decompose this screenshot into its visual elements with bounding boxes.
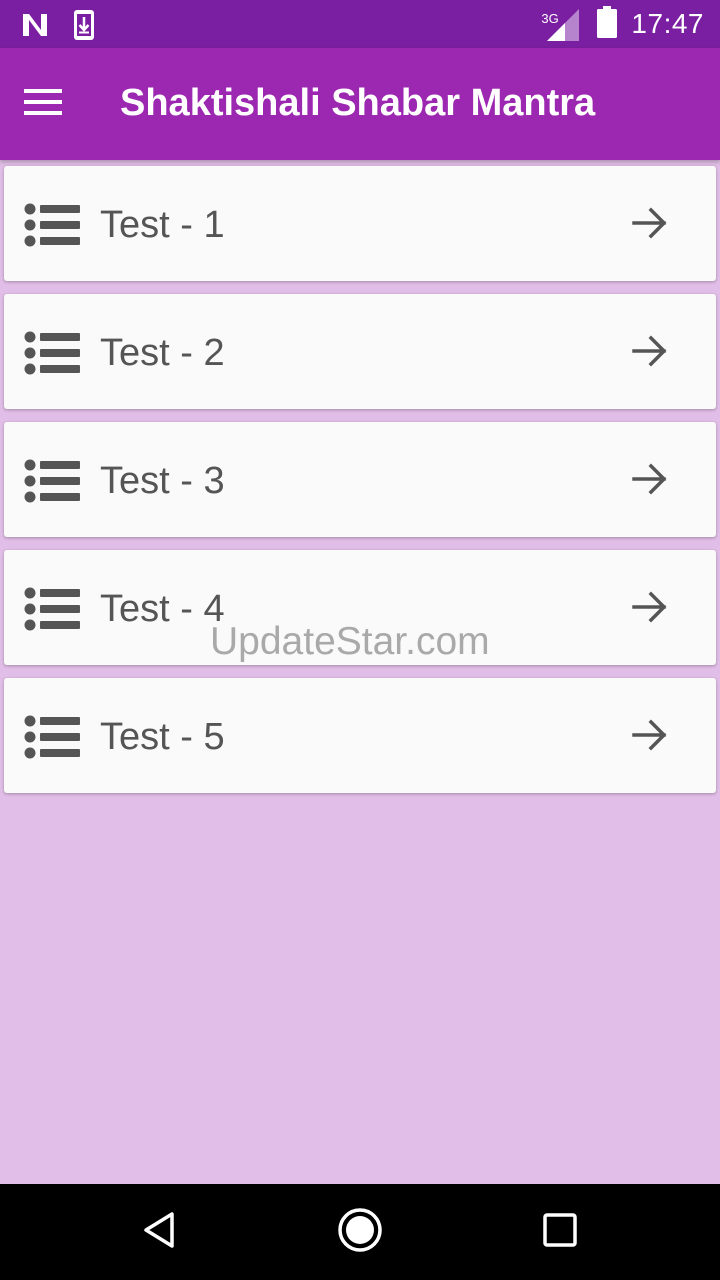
test-list: Test - 1 Test - 2 Test - 3 Test - 4 Test…: [4, 166, 716, 806]
home-circle-icon: [337, 1207, 383, 1258]
list-item-label: Test - 1: [100, 204, 225, 246]
arrow-right-icon[interactable]: [632, 590, 668, 629]
arrow-right-icon[interactable]: [632, 462, 668, 501]
app-bar: Shaktishali Shabar Mantra: [0, 48, 720, 160]
recents-square-icon: [541, 1211, 579, 1254]
nav-recents-button[interactable]: [536, 1208, 584, 1256]
menu-button[interactable]: [24, 80, 88, 128]
nav-back-button[interactable]: [136, 1208, 184, 1256]
arrow-right-icon[interactable]: [632, 206, 668, 245]
list-item-label: Test - 4: [100, 588, 225, 630]
list-icon: [24, 331, 82, 380]
list-item-test-5[interactable]: Test - 5: [4, 678, 716, 793]
nav-home-button[interactable]: [336, 1207, 384, 1258]
list-item-test-2[interactable]: Test - 2: [4, 294, 716, 409]
notification-n-icon: [20, 10, 50, 45]
download-notification-icon: [72, 8, 96, 47]
list-item-label: Test - 5: [100, 716, 225, 758]
back-triangle-icon: [140, 1210, 180, 1255]
list-item-test-4[interactable]: Test - 4: [4, 550, 716, 665]
status-bar-left: [20, 8, 96, 47]
arrow-right-icon[interactable]: [632, 334, 668, 373]
list-item-label: Test - 3: [100, 460, 225, 502]
list-item-test-1[interactable]: Test - 1: [4, 166, 716, 281]
status-bar: 3G 17:47: [0, 0, 720, 48]
list-icon: [24, 715, 82, 764]
list-icon: [24, 203, 82, 252]
list-icon: [24, 459, 82, 508]
hamburger-menu-icon: [24, 87, 64, 122]
arrow-right-icon[interactable]: [632, 718, 668, 757]
battery-icon: [597, 5, 618, 43]
list-item-test-3[interactable]: Test - 3: [4, 422, 716, 537]
app-title: Shaktishali Shabar Mantra: [120, 82, 596, 124]
status-bar-right: 3G 17:47: [541, 0, 704, 48]
system-nav-bar: [0, 1184, 720, 1280]
list-item-label: Test - 2: [100, 332, 225, 374]
status-time: 17:47: [631, 8, 704, 39]
signal-icon: 3G: [541, 5, 581, 43]
list-icon: [24, 587, 82, 636]
